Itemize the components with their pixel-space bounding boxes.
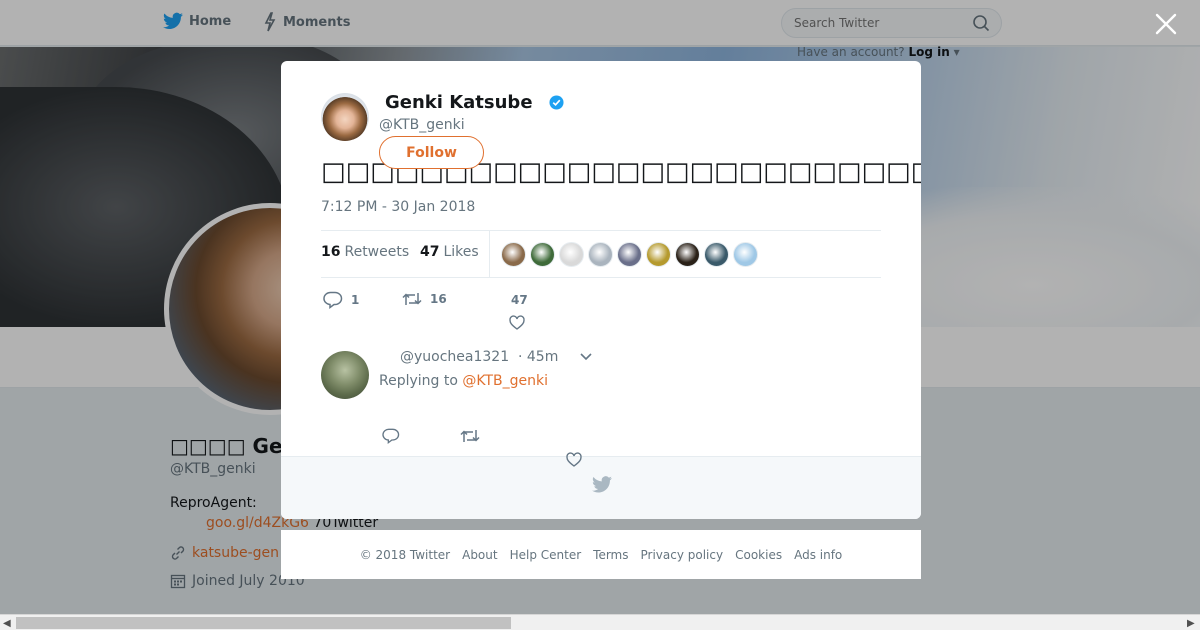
replying-to-prefix: Replying to <box>379 373 458 389</box>
modal-footer <box>281 456 921 519</box>
reply-author-avatar[interactable] <box>321 351 369 399</box>
retweet-icon[interactable] <box>460 428 480 444</box>
retweet-button[interactable]: 16 <box>402 291 447 307</box>
retweet-icon <box>402 293 422 305</box>
verified-badge-icon <box>549 95 564 110</box>
scroll-left-icon[interactable]: ◀ <box>3 618 11 629</box>
likers-avatars <box>501 242 762 267</box>
like-count: 47 <box>511 293 528 307</box>
reply-count: 1 <box>351 293 360 307</box>
author-avatar[interactable] <box>321 93 369 141</box>
footer-about-link[interactable]: About <box>462 548 497 562</box>
site-footer: © 2018 Twitter About Help Center Terms P… <box>281 530 921 579</box>
reply-icon[interactable] <box>382 428 400 444</box>
retweets-stat[interactable]: 16 Retweets <box>321 244 409 260</box>
tweet-modal: Genki Katsube @KTB_genki □□□□□□□□□□□□□□□… <box>281 61 921 519</box>
liker-avatar[interactable] <box>617 242 642 267</box>
footer-ads-link[interactable]: Ads info <box>794 548 842 562</box>
liker-avatar[interactable] <box>646 242 671 267</box>
likes-count: 47 <box>420 244 440 260</box>
footer-copyright: © 2018 Twitter <box>359 547 451 562</box>
scrollbar-thumb[interactable] <box>16 617 511 629</box>
reply-button[interactable]: 1 <box>323 291 359 309</box>
reply-icon <box>323 291 343 309</box>
tweet-stats: 16 Retweets 47 Likes <box>321 230 881 278</box>
stats-divider <box>489 231 490 277</box>
follow-button[interactable]: Follow <box>379 136 484 169</box>
twitter-bird-icon <box>592 476 612 493</box>
retweets-count: 16 <box>321 244 341 260</box>
author-handle[interactable]: @KTB_genki <box>379 117 465 133</box>
scroll-right-icon[interactable]: ▶ <box>1187 618 1195 629</box>
footer-cookies-link[interactable]: Cookies <box>735 548 782 562</box>
heart-icon[interactable] <box>509 315 525 331</box>
liker-avatar[interactable] <box>588 242 613 267</box>
replying-to-handle[interactable]: @KTB_genki <box>462 373 548 389</box>
footer-privacy-link[interactable]: Privacy policy <box>641 548 724 562</box>
likes-stat[interactable]: 47 Likes <box>420 244 479 260</box>
liker-avatar[interactable] <box>501 242 526 267</box>
reply-author-handle[interactable]: @yuochea1321 <box>400 349 509 365</box>
retweet-count: 16 <box>430 292 447 306</box>
liker-avatar[interactable] <box>530 242 555 267</box>
horizontal-scrollbar[interactable]: ◀ ▶ <box>0 614 1200 630</box>
close-icon[interactable] <box>1154 12 1178 36</box>
footer-help-link[interactable]: Help Center <box>510 548 582 562</box>
tweet-timestamp[interactable]: 7:12 PM - 30 Jan 2018 <box>321 199 475 215</box>
heart-icon[interactable] <box>566 452 582 468</box>
author-name[interactable]: Genki Katsube <box>385 92 533 113</box>
footer-terms-link[interactable]: Terms <box>593 548 628 562</box>
liker-avatar[interactable] <box>733 242 758 267</box>
liker-avatar[interactable] <box>704 242 729 267</box>
chevron-down-icon[interactable] <box>579 352 593 362</box>
reply-timestamp[interactable]: · 45m <box>518 349 558 365</box>
retweets-label: Retweets <box>344 244 410 260</box>
liker-avatar[interactable] <box>559 242 584 267</box>
likes-label: Likes <box>443 244 479 260</box>
tweet-actions: 1 16 47 <box>321 289 881 337</box>
replying-to: Replying to @KTB_genki <box>379 373 548 389</box>
liker-avatar[interactable] <box>675 242 700 267</box>
